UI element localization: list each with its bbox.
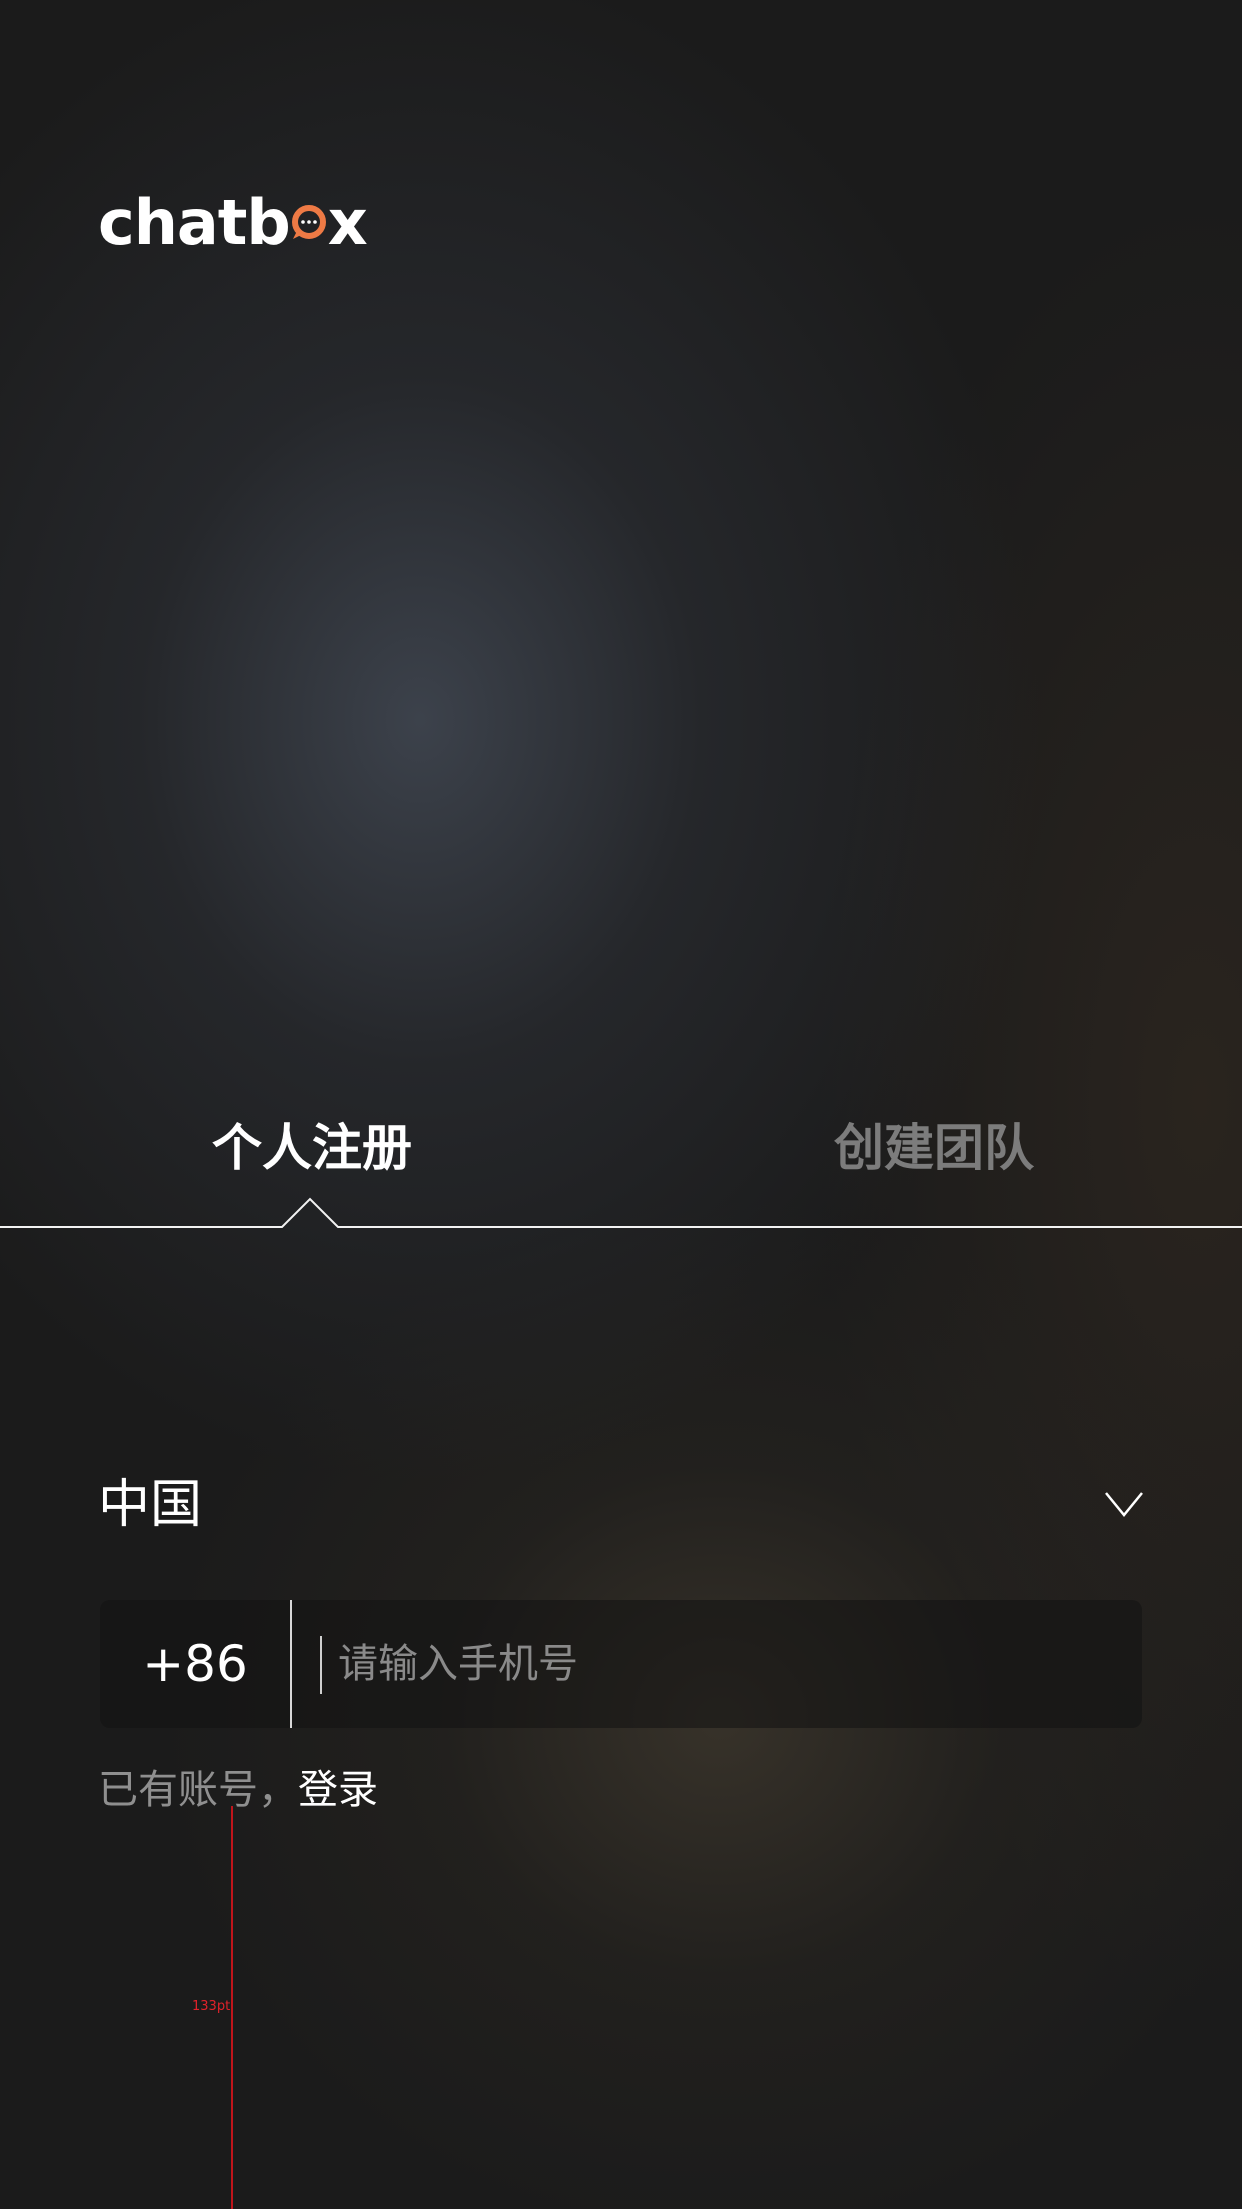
text-caret [320, 1636, 322, 1694]
logo-text-prefix: chatb [98, 186, 291, 259]
chatbox-logo: chatb x [98, 186, 368, 259]
measurement-line [231, 1806, 233, 2209]
chevron-down-icon[interactable] [1104, 1490, 1144, 1518]
logo-text-suffix: x [327, 186, 368, 259]
country-code-divider [290, 1600, 292, 1728]
tab-personal-register[interactable]: 个人注册 [212, 1115, 412, 1181]
login-hint-text: 已有账号， [98, 1767, 298, 1813]
phone-field: +86 [100, 1600, 1142, 1728]
login-hint: 已有账号，登录 [98, 1762, 378, 1818]
tab-create-team[interactable]: 创建团队 [834, 1115, 1034, 1181]
register-screen: chatb x 个人注册 创建团队 中国 +86 已有账号，登录 133pt [0, 0, 1242, 2209]
phone-number-input[interactable] [338, 1600, 1118, 1728]
login-link[interactable]: 登录 [298, 1767, 378, 1813]
measurement-label: 133pt [192, 1999, 231, 2014]
chat-bubble-icon [291, 205, 326, 239]
tab-indicator [0, 1197, 1242, 1228]
country-code[interactable]: +86 [100, 1600, 290, 1728]
country-selector-value[interactable]: 中国 [98, 1470, 202, 1540]
